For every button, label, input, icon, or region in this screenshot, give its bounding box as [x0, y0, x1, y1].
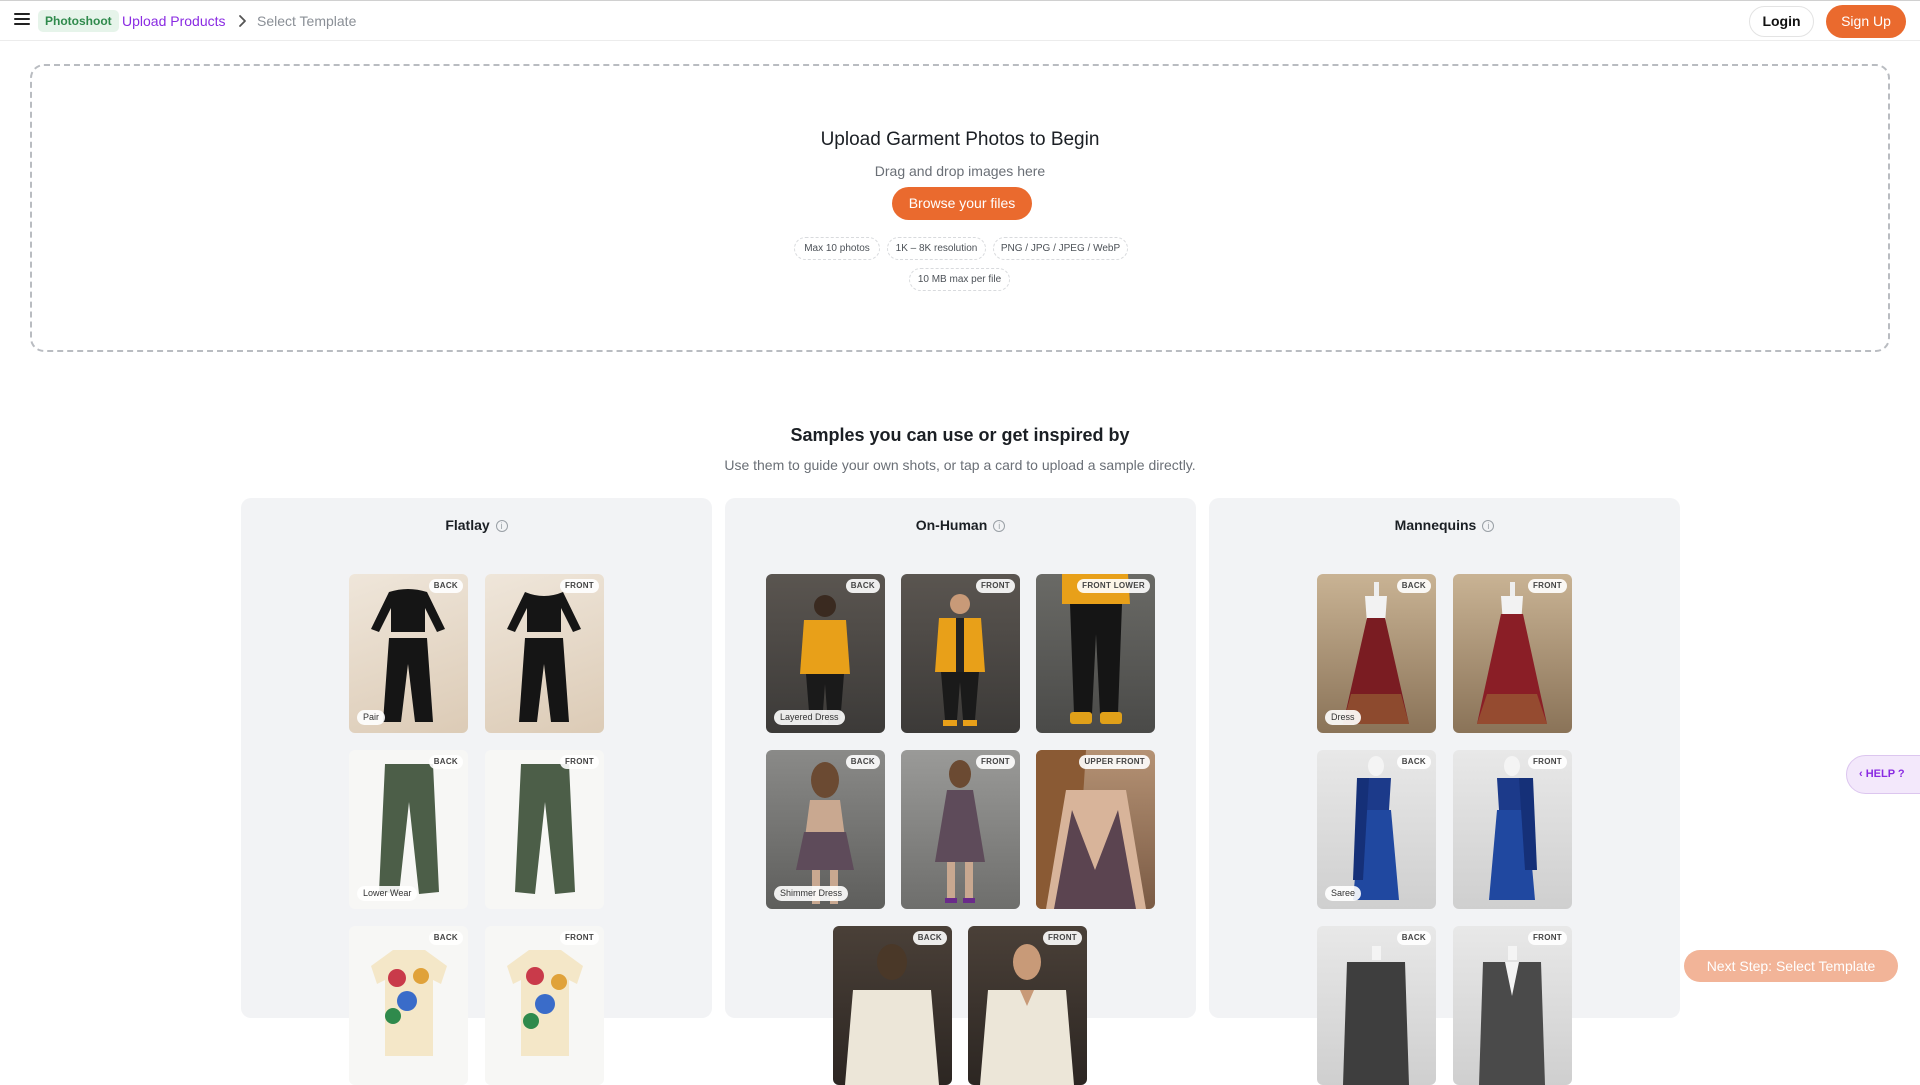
sample-label: Layered Dress — [774, 710, 845, 725]
red-gown-mannequin-image — [1477, 582, 1547, 724]
badge: BACK — [1396, 755, 1431, 769]
sample-card[interactable]: FRONT — [1453, 750, 1572, 909]
sample-label: Pair — [357, 710, 386, 725]
browse-files-button[interactable]: Browse your files — [892, 187, 1032, 220]
green-trousers-image — [515, 764, 575, 894]
blazer-mannequin-image — [1479, 946, 1545, 1085]
panel-flatlay: Flatlay i BACK Pair FRONT BACK Lower Wear… — [241, 498, 712, 1085]
sample-card[interactable]: BACK — [833, 926, 952, 1085]
shimmer-dress-front-image — [935, 760, 985, 903]
badge: FRONT — [559, 755, 599, 769]
signup-button[interactable]: Sign Up — [1826, 5, 1906, 38]
badge: FRONT — [1527, 755, 1567, 769]
badge: BACK — [428, 931, 463, 945]
badge: FRONT — [975, 755, 1015, 769]
header: Photoshoot Upload Products Select Templa… — [0, 1, 1920, 41]
badge: BACK — [428, 755, 463, 769]
floral-shirt-image — [507, 950, 583, 1056]
menu-icon[interactable] — [14, 13, 30, 27]
sample-card[interactable]: FRONT — [901, 574, 1020, 733]
sample-label: Dress — [1325, 710, 1361, 725]
man-shirt-front-image — [980, 944, 1074, 1085]
chevron-right-icon — [239, 15, 246, 27]
sample-card[interactable]: FRONT — [968, 926, 1087, 1085]
info-icon[interactable]: i — [495, 520, 508, 532]
upload-dropzone[interactable]: Upload Garment Photos to Begin Drag and … — [30, 64, 1890, 352]
badge: FRONT LOWER — [1077, 579, 1150, 593]
badge: BACK — [845, 579, 880, 593]
badge: FRONT — [1527, 931, 1567, 945]
sample-card[interactable]: FRONT — [485, 574, 604, 733]
badge: FRONT — [1527, 579, 1567, 593]
sample-card[interactable]: FRONT — [485, 750, 604, 909]
sample-card[interactable]: BACK Layered Dress — [766, 574, 885, 733]
saree-mannequin-image — [1489, 756, 1537, 900]
badge: BACK — [1396, 931, 1431, 945]
badge: FRONT — [975, 579, 1015, 593]
sample-card[interactable]: BACK Pair — [349, 574, 468, 733]
man-yellow-jacket-image — [935, 594, 985, 726]
sample-label: Lower Wear — [357, 886, 418, 901]
next-step-button[interactable]: Next Step: Select Template — [1684, 950, 1898, 982]
sample-label: Shimmer Dress — [774, 886, 849, 901]
badge: FRONT — [559, 579, 599, 593]
chip-formats: PNG / JPG / JPEG / WebP — [993, 237, 1128, 260]
badge: FRONT — [559, 931, 599, 945]
sample-card[interactable]: FRONT — [1453, 926, 1572, 1085]
chip-max-photos: Max 10 photos — [794, 237, 880, 260]
badge: BACK — [428, 579, 463, 593]
info-icon[interactable]: i — [993, 520, 1006, 532]
info-icon[interactable]: i — [1482, 520, 1495, 532]
chip-file-size: 10 MB max per file — [909, 268, 1010, 291]
lower-body-jeans-image — [1062, 574, 1130, 724]
blazer-mannequin-image — [1343, 946, 1409, 1085]
panel-on-human: On-Human i BACK Layered Dress FRONT FRONT… — [725, 498, 1196, 1085]
help-tab[interactable]: ‹ HELP ? — [1846, 755, 1920, 794]
sample-card[interactable]: BACK Lower Wear — [349, 750, 468, 909]
badge: BACK — [1396, 579, 1431, 593]
sample-card[interactable]: BACK Saree — [1317, 750, 1436, 909]
badge: BACK — [912, 931, 947, 945]
panel-title: Mannequins i — [1209, 517, 1680, 533]
sample-card[interactable]: BACK Dress — [1317, 574, 1436, 733]
floral-shirt-image — [371, 950, 447, 1056]
sample-card[interactable]: FRONT — [485, 926, 604, 1085]
sample-card[interactable]: FRONT LOWER — [1036, 574, 1155, 733]
login-button[interactable]: Login — [1749, 6, 1814, 37]
sample-card[interactable]: FRONT — [1453, 574, 1572, 733]
sample-card[interactable]: BACK Shimmer Dress — [766, 750, 885, 909]
samples-subtitle: Use them to guide your own shots, or tap… — [724, 457, 1196, 473]
sample-label: Saree — [1325, 886, 1362, 901]
panel-title: On-Human i — [725, 517, 1196, 533]
crop-top-pants-image — [507, 592, 581, 722]
chevron-left-icon: ‹ — [1859, 768, 1863, 780]
sample-card[interactable]: BACK — [1317, 926, 1436, 1085]
panel-mannequins: Mannequinsi BACK Dress FRONT BACK Saree — [1209, 498, 1680, 1085]
sample-card[interactable]: BACK — [349, 926, 468, 1085]
upload-subtitle: Drag and drop images here — [874, 163, 1046, 179]
chip-resolution: 1K – 8K resolution — [887, 237, 986, 260]
badge: FRONT — [1042, 931, 1082, 945]
shimmer-dress-closeup-image — [1036, 750, 1146, 909]
badge: BACK — [845, 755, 880, 769]
sample-card[interactable]: FRONT — [901, 750, 1020, 909]
panel-title: Flatlay i — [241, 517, 712, 533]
badge: UPPER FRONT — [1079, 755, 1150, 769]
upload-title: Upload Garment Photos to Begin — [820, 129, 1100, 150]
breadcrumb-upload-products[interactable]: Upload Products — [122, 13, 226, 29]
breadcrumb-select-template[interactable]: Select Template — [257, 13, 356, 29]
sample-card[interactable]: UPPER FRONT — [1036, 750, 1155, 909]
samples-title: Samples you can use or get inspired by — [790, 425, 1130, 445]
photoshoot-tag: Photoshoot — [38, 10, 119, 32]
man-shirt-back-image — [845, 944, 939, 1085]
